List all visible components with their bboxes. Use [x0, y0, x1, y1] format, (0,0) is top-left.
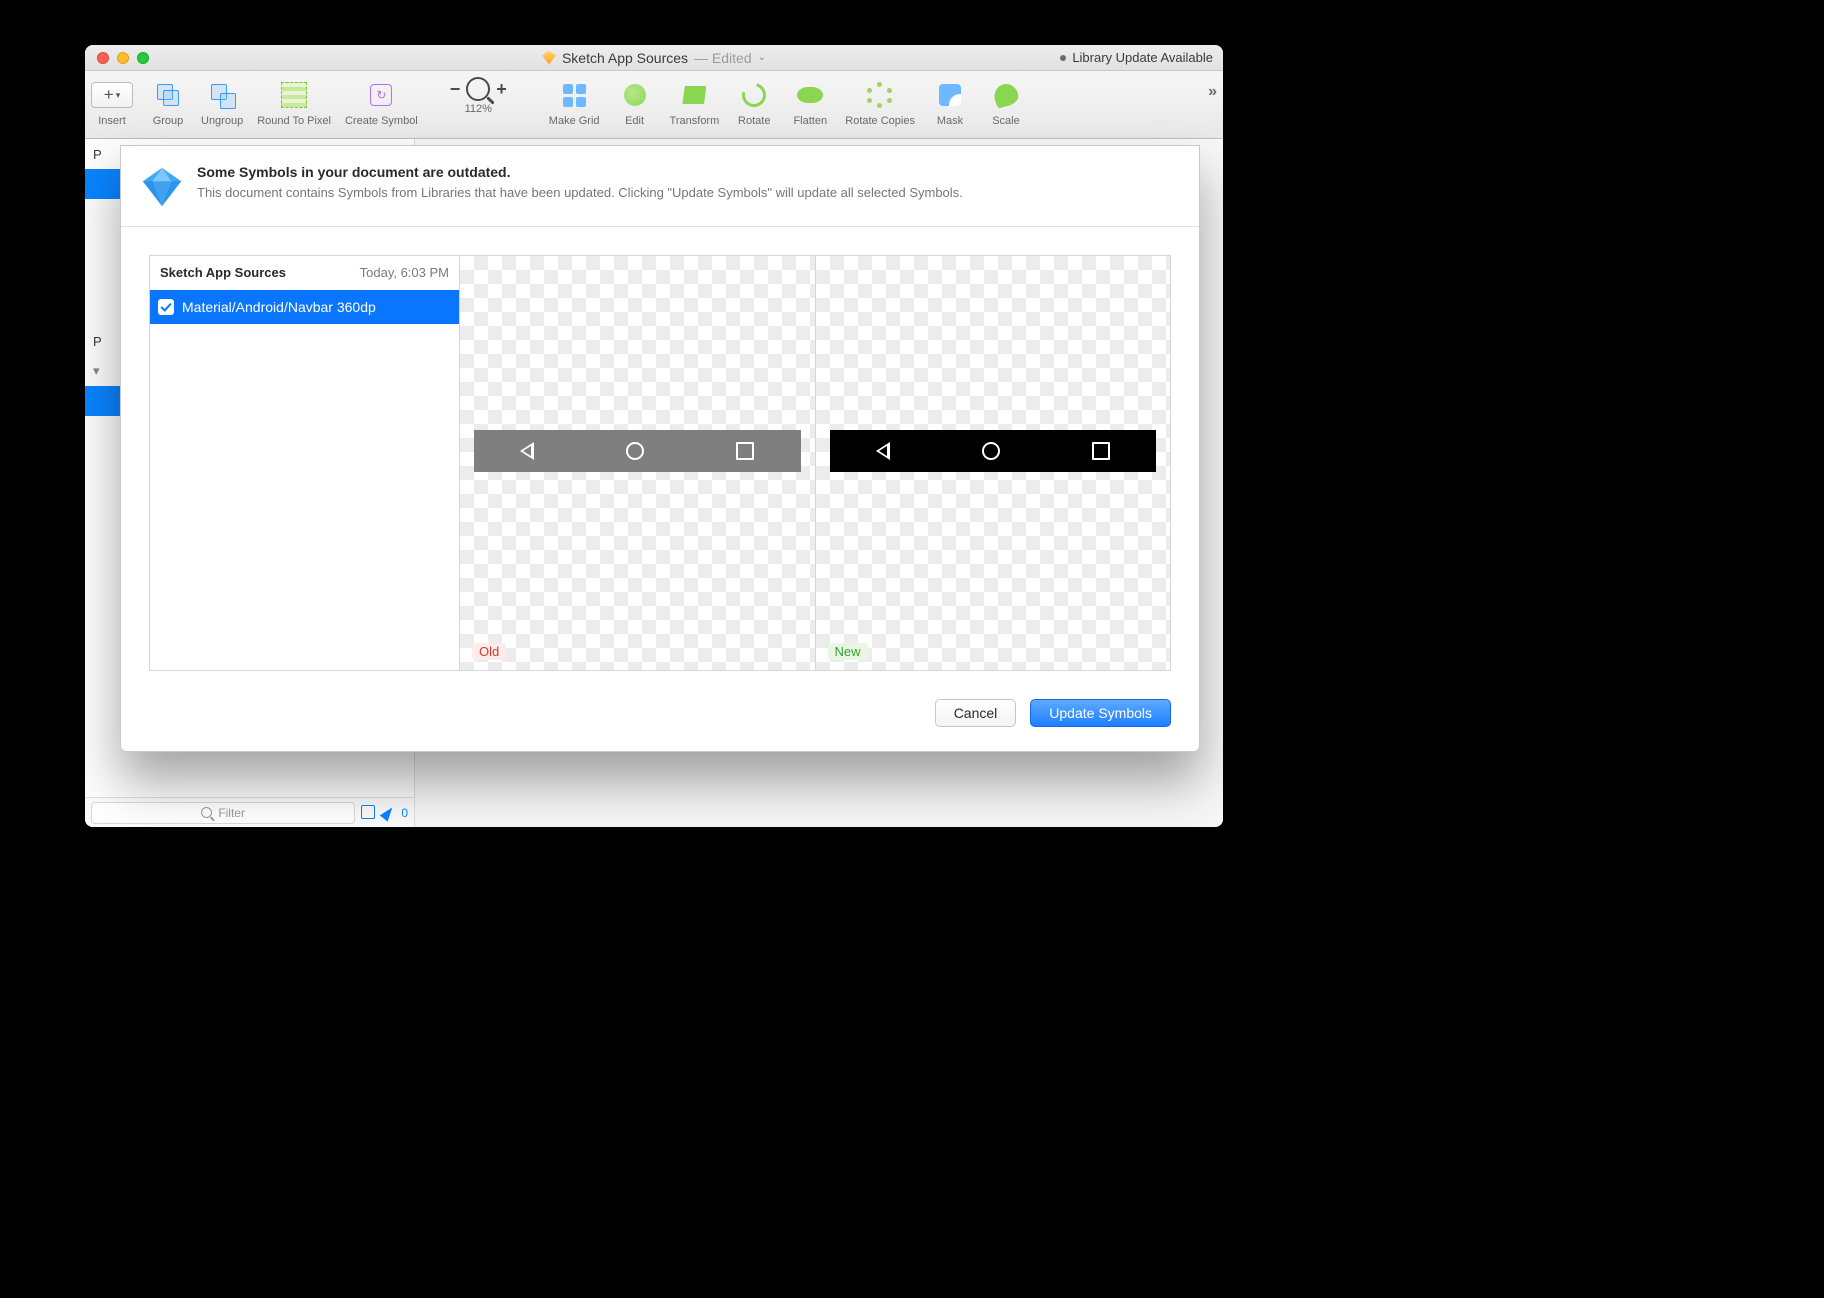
sketch-document-icon: [542, 51, 556, 65]
filter-bar: Filter 0: [85, 797, 414, 827]
ungroup-icon: [211, 84, 233, 106]
flatten-icon: [797, 87, 823, 103]
flatten-label: Flatten: [793, 115, 827, 127]
group-icon: [157, 84, 179, 106]
ungroup-label: Ungroup: [201, 115, 243, 127]
new-badge: New: [828, 643, 868, 660]
symbol-name: Material/Android/Navbar 360dp: [182, 299, 376, 315]
symbol-list-item[interactable]: Material/Android/Navbar 360dp: [150, 290, 459, 324]
toolbar: +▾ Insert Group Ungroup Round To Pixel ↻…: [85, 71, 1223, 139]
android-navbar-old: [474, 430, 801, 472]
preview-new: New: [816, 256, 1171, 670]
scale-tool[interactable]: Scale: [985, 77, 1027, 127]
rotate-label: Rotate: [738, 115, 770, 127]
sketch-diamond-icon: [139, 164, 185, 210]
rotate-icon: [738, 79, 771, 112]
create-symbol-icon: ↻: [370, 84, 392, 106]
dialog-title: Some Symbols in your document are outdat…: [197, 164, 963, 180]
make-grid-label: Make Grid: [549, 115, 600, 127]
ungroup-tool[interactable]: Ungroup: [201, 77, 243, 127]
filter-count: 0: [401, 806, 408, 820]
preview-old: Old: [460, 256, 816, 670]
cancel-button[interactable]: Cancel: [935, 699, 1017, 727]
create-symbol-label: Create Symbol: [345, 115, 418, 127]
pen-icon[interactable]: [380, 804, 396, 821]
flatten-tool[interactable]: Flatten: [789, 77, 831, 127]
dialog-description: This document contains Symbols from Libr…: [197, 184, 963, 202]
round-to-pixel-tool[interactable]: Round To Pixel: [257, 77, 331, 127]
make-grid-icon: [563, 84, 586, 107]
transform-icon: [682, 86, 706, 104]
symbol-list: Sketch App Sources Today, 6:03 PM Materi…: [150, 256, 460, 670]
edit-label: Edit: [625, 115, 644, 127]
update-symbols-dialog: Some Symbols in your document are outdat…: [120, 145, 1200, 752]
title-dropdown-chevron-icon[interactable]: ⌄: [758, 52, 766, 63]
android-navbar-new: [830, 430, 1157, 472]
back-icon: [520, 442, 534, 460]
rotate-copies-icon: [867, 82, 893, 108]
back-icon: [876, 442, 890, 460]
recents-icon: [736, 442, 754, 460]
toolbar-overflow-button[interactable]: »: [1208, 83, 1217, 101]
search-icon: [201, 807, 212, 818]
titlebar: Sketch App Sources — Edited ⌄ Library Up…: [85, 45, 1223, 71]
compare-panel: Sketch App Sources Today, 6:03 PM Materi…: [149, 255, 1171, 671]
sketch-window: Sketch App Sources — Edited ⌄ Library Up…: [85, 45, 1223, 827]
mask-label: Mask: [937, 115, 963, 127]
rotate-copies-label: Rotate Copies: [845, 115, 915, 127]
rotate-tool[interactable]: Rotate: [733, 77, 775, 127]
document-state: — Edited: [694, 50, 752, 66]
round-to-pixel-label: Round To Pixel: [257, 115, 331, 127]
dialog-body: Sketch App Sources Today, 6:03 PM Materi…: [121, 227, 1199, 699]
library-update-dot-icon: [1060, 55, 1066, 61]
mask-tool[interactable]: Mask: [929, 77, 971, 127]
library-name: Sketch App Sources: [160, 265, 286, 280]
edit-icon: [624, 84, 646, 106]
rotate-copies-tool[interactable]: Rotate Copies: [845, 77, 915, 127]
filter-input[interactable]: Filter: [91, 802, 355, 824]
zoom-out-button[interactable]: −: [450, 79, 461, 100]
mask-icon: [939, 84, 961, 106]
library-group-header: Sketch App Sources Today, 6:03 PM: [150, 256, 459, 290]
chevron-down-icon: ▾: [93, 363, 100, 379]
recents-icon: [1092, 442, 1110, 460]
plus-icon: +: [104, 85, 114, 105]
edit-tool[interactable]: Edit: [614, 77, 656, 127]
old-badge: Old: [472, 643, 506, 660]
home-icon: [626, 442, 644, 460]
dialog-footer: Cancel Update Symbols: [121, 699, 1199, 751]
scale-label: Scale: [992, 115, 1020, 127]
library-update-label: Library Update Available: [1072, 50, 1213, 65]
transform-label: Transform: [670, 115, 720, 127]
checkbox-checked-icon[interactable]: [158, 299, 174, 315]
zoom-level: 112%: [465, 103, 492, 115]
group-tool[interactable]: Group: [147, 77, 189, 127]
copies-icon[interactable]: [363, 807, 375, 819]
window-title: Sketch App Sources — Edited ⌄: [85, 50, 1223, 66]
insert-tool[interactable]: +▾ Insert: [91, 77, 133, 127]
library-timestamp: Today, 6:03 PM: [360, 265, 449, 280]
filter-placeholder: Filter: [218, 806, 245, 820]
zoom-control[interactable]: − + 112%: [450, 77, 507, 115]
group-label: Group: [153, 115, 184, 127]
library-update-indicator[interactable]: Library Update Available: [1060, 50, 1213, 65]
chevron-down-icon: ▾: [116, 90, 121, 101]
update-symbols-button[interactable]: Update Symbols: [1030, 699, 1171, 727]
home-icon: [982, 442, 1000, 460]
zoom-in-button[interactable]: +: [496, 79, 507, 100]
scale-icon: [992, 81, 1021, 108]
create-symbol-tool[interactable]: ↻ Create Symbol: [345, 77, 418, 127]
make-grid-tool[interactable]: Make Grid: [549, 77, 600, 127]
round-to-pixel-icon: [281, 82, 307, 108]
transform-tool[interactable]: Transform: [670, 77, 720, 127]
insert-label: Insert: [98, 115, 126, 127]
magnifier-icon: [466, 77, 490, 101]
dialog-header: Some Symbols in your document are outdat…: [121, 146, 1199, 227]
document-name: Sketch App Sources: [562, 50, 688, 66]
